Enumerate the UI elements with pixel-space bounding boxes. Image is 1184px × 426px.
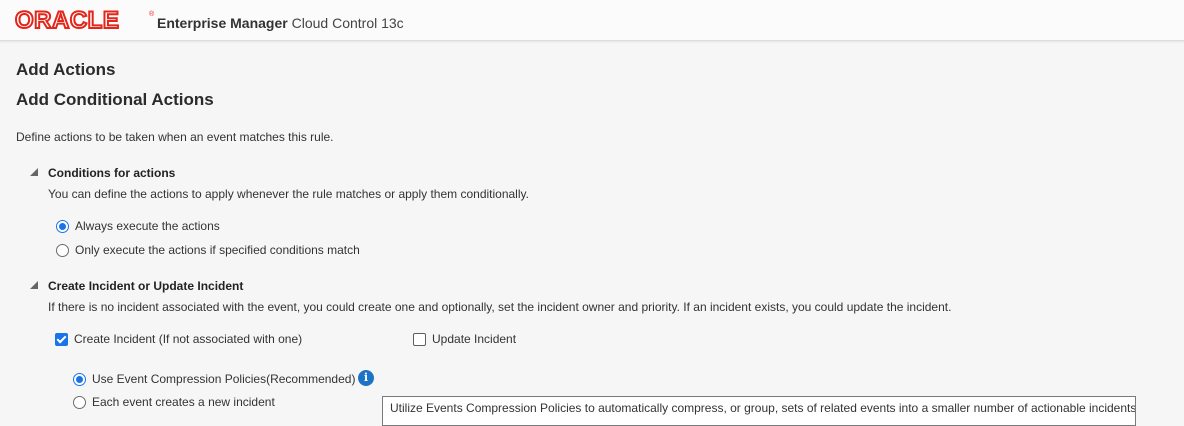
- always-execute-radio[interactable]: [56, 220, 69, 233]
- create-incident-label[interactable]: Create Incident (If not associated with …: [74, 332, 302, 346]
- create-incident-checkbox[interactable]: [55, 333, 68, 346]
- conditional-execute-radio[interactable]: [56, 244, 69, 257]
- update-incident-label[interactable]: Update Incident: [432, 332, 516, 346]
- product-name: Enterprise Manager: [157, 15, 288, 31]
- page-description: Define actions to be taken when an event…: [16, 130, 334, 144]
- info-icon[interactable]: i: [358, 370, 374, 386]
- conditions-section-title[interactable]: Conditions for actions: [48, 166, 175, 180]
- collapse-triangle-icon[interactable]: [30, 168, 38, 176]
- registered-mark: ®: [149, 11, 155, 18]
- top-header-bar: ORACLE ® Enterprise Manager Cloud Contro…: [0, 0, 1184, 41]
- use-compression-radio[interactable]: [73, 373, 86, 386]
- new-incident-radio[interactable]: [73, 396, 86, 409]
- incident-section-description: If there is no incident associated with …: [48, 300, 952, 314]
- new-incident-label[interactable]: Each event creates a new incident: [92, 395, 275, 409]
- page-title: Add Actions: [16, 60, 116, 79]
- update-incident-checkbox[interactable]: [413, 333, 426, 346]
- page-subtitle: Add Conditional Actions: [16, 90, 214, 109]
- app-title: Enterprise Manager Cloud Control 13c: [157, 15, 404, 31]
- conditional-execute-label[interactable]: Only execute the actions if specified co…: [75, 243, 360, 257]
- compression-tooltip: Utilize Events Compression Policies to a…: [382, 396, 1136, 426]
- oracle-logo[interactable]: ORACLE: [14, 8, 120, 34]
- use-compression-label[interactable]: Use Event Compression Policies(Recommend…: [92, 372, 355, 386]
- collapse-triangle-icon[interactable]: [30, 281, 38, 289]
- conditions-section-description: You can define the actions to apply when…: [48, 187, 529, 201]
- always-execute-label[interactable]: Always execute the actions: [75, 219, 220, 233]
- product-version: Cloud Control 13c: [291, 15, 404, 31]
- incident-section-title[interactable]: Create Incident or Update Incident: [48, 279, 243, 293]
